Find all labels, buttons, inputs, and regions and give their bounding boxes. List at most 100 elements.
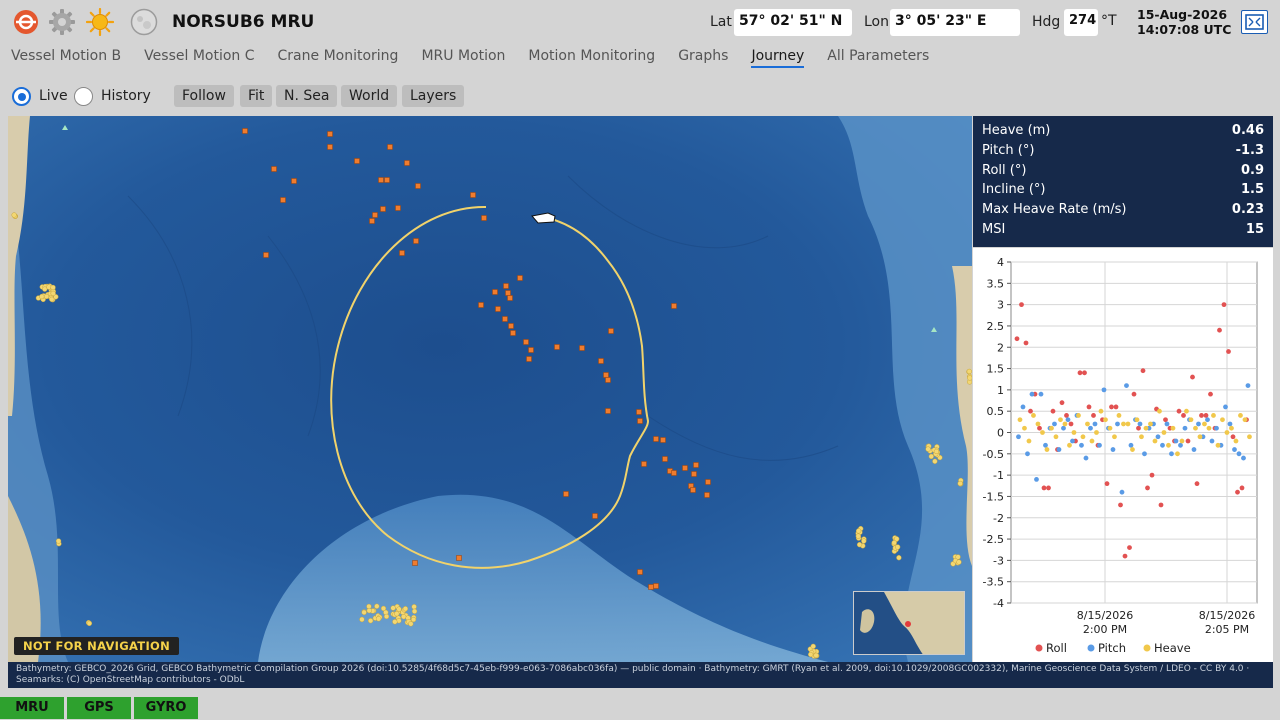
seamark-marker[interactable]: [641, 461, 647, 467]
seamark-marker[interactable]: [503, 283, 509, 289]
seamark-marker[interactable]: [528, 347, 534, 353]
seamark-marker[interactable]: [508, 323, 514, 329]
seamark-marker[interactable]: [554, 344, 560, 350]
seamark-marker[interactable]: [704, 492, 710, 498]
seamark-marker[interactable]: [415, 183, 421, 189]
roll-point: [1149, 472, 1155, 478]
seamark-marker[interactable]: [412, 560, 418, 566]
seamark-marker[interactable]: [327, 131, 333, 137]
tab-motion-monitoring[interactable]: Motion Monitoring: [528, 48, 655, 68]
seamark-marker[interactable]: [413, 238, 419, 244]
layers-button[interactable]: Layers: [402, 85, 465, 107]
seamark-marker[interactable]: [598, 358, 604, 364]
tab-vessel-motion-c[interactable]: Vessel Motion C: [144, 48, 254, 68]
moon-icon[interactable]: [130, 8, 158, 36]
seamark-marker[interactable]: [682, 465, 688, 471]
pitch-point: [1110, 447, 1116, 452]
tab-graphs[interactable]: Graphs: [678, 48, 728, 68]
seamark-marker[interactable]: [636, 409, 642, 415]
overview-inset-map[interactable]: [853, 591, 965, 655]
journey-map[interactable]: [8, 116, 972, 662]
seamark-marker[interactable]: [271, 166, 277, 172]
sun-icon[interactable]: [85, 7, 115, 37]
live-label[interactable]: Live: [39, 88, 68, 104]
seamark-marker[interactable]: [662, 456, 668, 462]
seamark-marker[interactable]: [517, 275, 523, 281]
live-radio[interactable]: [12, 87, 31, 106]
seamark-marker[interactable]: [502, 316, 508, 322]
seamark-marker[interactable]: [291, 178, 297, 184]
world-button[interactable]: World: [341, 85, 398, 107]
status-gps[interactable]: GPS: [67, 697, 131, 719]
seamark-marker[interactable]: [369, 218, 375, 224]
seamark-marker[interactable]: [605, 377, 611, 383]
seamark-marker[interactable]: [671, 303, 677, 309]
tab-crane-monitoring[interactable]: Crane Monitoring: [278, 48, 399, 68]
legend-label: Heave: [1154, 641, 1191, 655]
seamark-marker[interactable]: [608, 328, 614, 334]
tab-all-parameters[interactable]: All Parameters: [827, 48, 929, 68]
seamark-marker[interactable]: [648, 584, 654, 590]
seamark-marker[interactable]: [690, 487, 696, 493]
chart-svg: 4 3.5 3 2.5 2 1.5 1 0.5 0 -0.5 -1 -1.5 -2 -2.5 -3 -3.5 -…: [983, 256, 1258, 655]
seamark-marker[interactable]: [492, 289, 498, 295]
seamark-marker[interactable]: [378, 177, 384, 183]
heave-value: 0.46: [1231, 123, 1264, 138]
seamark-marker[interactable]: [380, 206, 386, 212]
pitch-point: [1196, 421, 1201, 427]
norsub-logo-icon[interactable]: [12, 8, 40, 36]
seamark-marker[interactable]: [263, 252, 269, 258]
north-sea-button[interactable]: N. Sea: [276, 85, 338, 107]
history-radio[interactable]: [74, 87, 93, 106]
seamark-marker[interactable]: [495, 306, 501, 312]
seamark-marker[interactable]: [671, 470, 677, 476]
seamark-marker[interactable]: [603, 372, 609, 378]
tab-journey[interactable]: Journey: [751, 48, 805, 68]
pitch-point: [1088, 425, 1093, 431]
seamark-marker[interactable]: [637, 569, 643, 575]
settings-gear-icon[interactable]: [48, 8, 76, 36]
seamark-marker[interactable]: [470, 192, 476, 198]
seamark-marker[interactable]: [354, 158, 360, 164]
seamark-marker[interactable]: [507, 295, 513, 301]
seamark-marker[interactable]: [481, 215, 487, 221]
seamark-marker[interactable]: [637, 418, 643, 424]
seamark-marker[interactable]: [384, 177, 390, 183]
seamark-marker[interactable]: [395, 205, 401, 211]
seamark-marker[interactable]: [691, 471, 697, 477]
seamark-marker[interactable]: [653, 583, 659, 589]
seamark-marker[interactable]: [592, 513, 598, 519]
seamark-marker[interactable]: [605, 408, 611, 414]
roll-point: [1140, 368, 1146, 374]
seamark-marker[interactable]: [660, 437, 666, 443]
history-label[interactable]: History: [101, 88, 151, 104]
status-gyro[interactable]: GYRO: [134, 697, 198, 719]
fit-button[interactable]: Fit: [240, 85, 273, 107]
seamark-marker[interactable]: [563, 491, 569, 497]
expand-button[interactable]: [1241, 10, 1268, 34]
seamark-marker[interactable]: [523, 339, 529, 345]
seamark-marker[interactable]: [242, 128, 248, 134]
follow-button[interactable]: Follow: [174, 85, 234, 107]
pitch-label: Pitch (°): [982, 142, 1035, 158]
tab-mru-motion[interactable]: MRU Motion: [421, 48, 505, 68]
seamark-marker[interactable]: [387, 144, 393, 150]
status-mru[interactable]: MRU: [0, 697, 64, 719]
seamark-marker[interactable]: [327, 144, 333, 150]
seamark-marker[interactable]: [404, 160, 410, 166]
seamark-marker[interactable]: [280, 197, 286, 203]
seamark-marker[interactable]: [505, 290, 511, 296]
seamark-marker[interactable]: [510, 330, 516, 336]
seamark-marker[interactable]: [526, 356, 532, 362]
seamark-marker[interactable]: [372, 212, 378, 218]
seamark-marker[interactable]: [693, 462, 699, 468]
seamark-marker[interactable]: [478, 302, 484, 308]
seamark-marker[interactable]: [653, 436, 659, 442]
tab-vessel-motion-b[interactable]: Vessel Motion B: [11, 48, 121, 68]
seamark-marker[interactable]: [456, 555, 462, 561]
roll-point: [1091, 413, 1096, 418]
seamark-marker[interactable]: [579, 345, 585, 351]
seamark-marker[interactable]: [705, 479, 711, 485]
seamark-marker[interactable]: [399, 250, 405, 256]
roll-point: [1217, 327, 1222, 333]
